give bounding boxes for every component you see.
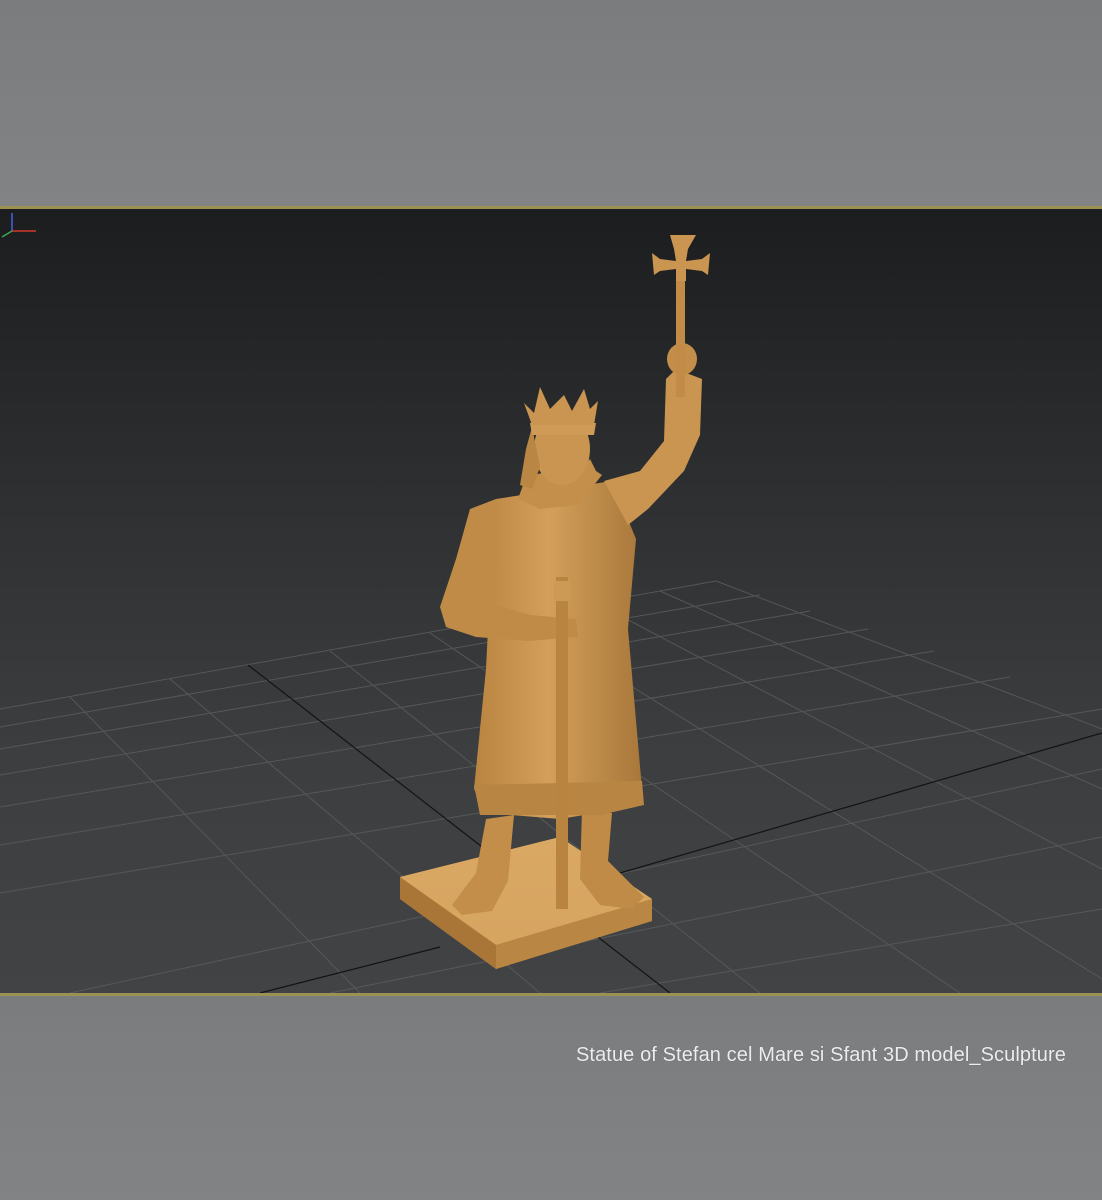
viewport-scene — [0, 235, 1102, 993]
statue-model[interactable] — [400, 235, 710, 969]
model-caption: Statue of Stefan cel Mare si Sfant 3D mo… — [575, 1044, 1066, 1066]
top-background-band — [0, 0, 1102, 206]
axis-tripod-icon — [1, 213, 36, 238]
3d-viewport[interactable] — [0, 206, 1102, 996]
raised-arm — [604, 369, 702, 525]
crown-icon — [524, 387, 598, 425]
cross-head — [652, 235, 710, 281]
bottom-background-band: Statue of Stefan cel Mare si Sfant 3D mo… — [0, 996, 1102, 1200]
sword — [556, 577, 568, 909]
world-axis-lines — [247, 664, 1102, 993]
